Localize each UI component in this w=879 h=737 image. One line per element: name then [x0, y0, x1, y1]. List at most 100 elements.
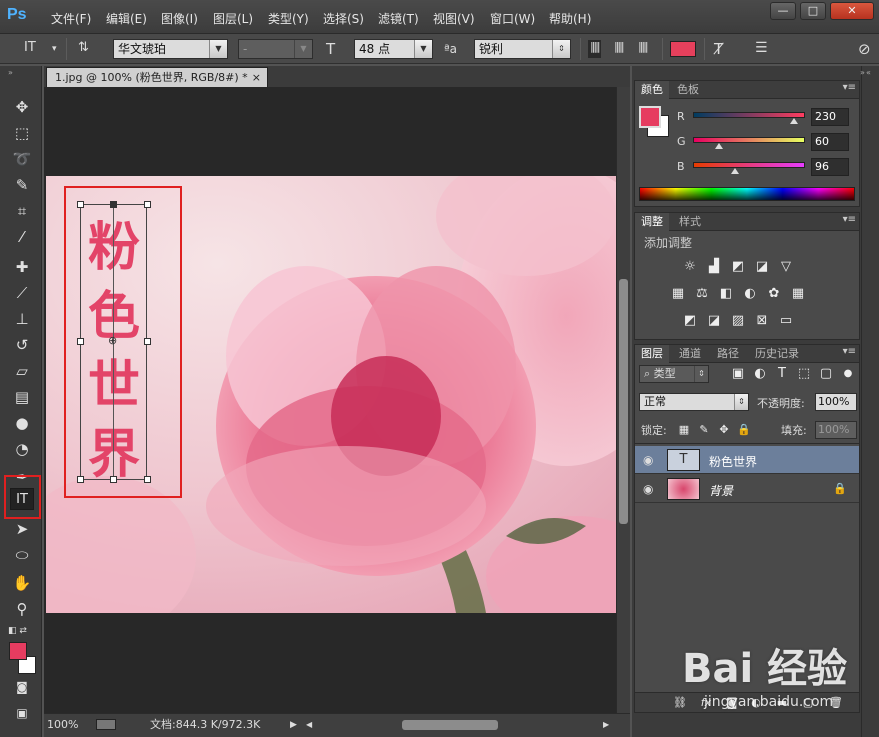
transform-handle[interactable] — [144, 338, 151, 345]
align-right-icon[interactable]: ||||| — [638, 40, 648, 58]
transform-handle[interactable] — [110, 476, 117, 483]
posterize-icon[interactable]: ◪ — [705, 313, 723, 329]
tab-adjustments[interactable]: 调整 — [635, 213, 669, 231]
threshold-icon[interactable]: ▨ — [729, 313, 747, 329]
tab-color[interactable]: 颜色 — [635, 81, 669, 99]
blend-mode-select[interactable]: 正常 ⇕ — [639, 393, 749, 411]
layer-row-background[interactable]: ◉ 背景 🔒 — [635, 475, 859, 503]
transform-handle[interactable] — [144, 201, 151, 208]
photo-filter-icon[interactable]: ◐ — [741, 286, 759, 302]
reference-point-icon[interactable]: ⊕ — [108, 334, 117, 347]
layer-row-text[interactable]: ◉ T 粉色世界 — [635, 446, 859, 474]
visibility-eye-icon[interactable]: ◉ — [643, 453, 653, 467]
status-icon[interactable] — [96, 719, 116, 730]
tab-layers[interactable]: 图层 — [635, 345, 669, 363]
exposure-icon[interactable]: ◪ — [753, 259, 771, 275]
color-spectrum-bar[interactable] — [639, 187, 855, 201]
menu-layer[interactable]: 图层(L) — [213, 10, 253, 27]
history-brush-tool-icon[interactable]: ↺ — [10, 334, 34, 356]
antialias-select[interactable]: 锐利 ⇕ — [474, 39, 571, 59]
brush-tool-icon[interactable]: ⟋ — [10, 282, 34, 304]
hue-saturation-icon[interactable]: ▦ — [669, 286, 687, 302]
document-tab[interactable]: 1.jpg @ 100% (粉色世界, RGB/8#) * × — [46, 67, 268, 87]
cancel-icon[interactable]: ⊘ — [858, 40, 871, 58]
healing-brush-tool-icon[interactable]: ✚ — [10, 256, 34, 278]
move-tool-icon[interactable]: ✥ — [10, 96, 34, 118]
tab-paths[interactable]: 路径 — [711, 345, 745, 363]
blue-slider-thumb[interactable] — [731, 168, 740, 174]
green-value-input[interactable]: 60 — [811, 133, 849, 151]
green-slider-thumb[interactable] — [715, 143, 724, 149]
panel-menu-icon[interactable]: ▾≡ — [843, 214, 856, 225]
collapse-icon[interactable]: » — [8, 68, 13, 77]
selective-color-icon[interactable]: ⊠ — [753, 313, 771, 329]
lasso-tool-icon[interactable]: ➰ — [10, 148, 34, 170]
transform-handle[interactable] — [144, 476, 151, 483]
close-button[interactable]: ✕ — [830, 2, 874, 20]
color-balance-icon[interactable]: ⚖ — [693, 286, 711, 302]
quick-mask-icon[interactable]: ◙ — [10, 676, 34, 698]
filter-toggle-icon[interactable]: ● — [839, 366, 857, 382]
transform-handle[interactable] — [77, 476, 84, 483]
lock-position-icon[interactable]: ✥ — [715, 422, 733, 438]
eyedropper-tool-icon[interactable]: ⁄ — [10, 226, 34, 248]
blur-tool-icon[interactable]: ● — [10, 412, 34, 434]
red-slider-thumb[interactable] — [790, 118, 799, 124]
foreground-color-swatch[interactable] — [9, 642, 27, 660]
shape-tool-icon[interactable]: ⬭ — [10, 544, 34, 566]
lock-transparent-icon[interactable]: ▦ — [675, 422, 693, 438]
panel-menu-icon[interactable]: ▾≡ — [843, 346, 856, 357]
font-size-select[interactable]: 48 点 ▼ — [354, 39, 433, 59]
toggle-orientation-icon[interactable]: ⇅ — [78, 40, 89, 58]
warp-text-icon[interactable]: Ⱦ — [714, 40, 723, 58]
font-style-select[interactable]: - ▼ — [238, 39, 313, 59]
zoom-level[interactable]: 100% — [47, 714, 78, 736]
green-slider-track[interactable] — [693, 137, 805, 143]
eraser-tool-icon[interactable]: ▱ — [10, 360, 34, 382]
scroll-right-icon[interactable]: ▶ — [603, 714, 609, 736]
stamp-tool-icon[interactable]: ⊥ — [10, 308, 34, 330]
transform-handle[interactable] — [77, 338, 84, 345]
menu-select[interactable]: 选择(S) — [323, 10, 364, 27]
opacity-input[interactable]: 100% — [815, 393, 857, 411]
invert-icon[interactable]: ◩ — [681, 313, 699, 329]
quick-select-tool-icon[interactable]: ✎ — [10, 174, 34, 196]
tab-swatches[interactable]: 色板 — [671, 81, 705, 99]
menu-image[interactable]: 图像(I) — [161, 10, 198, 27]
panel-menu-icon[interactable]: ▾≡ — [843, 82, 856, 93]
levels-icon[interactable]: ▟ — [705, 259, 723, 275]
transform-handle[interactable] — [110, 201, 117, 208]
marquee-tool-icon[interactable]: ⬚ — [10, 122, 34, 144]
layer-name[interactable]: 粉色世界 — [709, 453, 757, 470]
menu-file[interactable]: 文件(F) — [51, 10, 91, 27]
crop-tool-icon[interactable]: ⌗ — [10, 200, 34, 222]
vertical-scrollbar[interactable] — [616, 87, 630, 713]
scroll-thumb[interactable] — [619, 279, 628, 524]
visibility-eye-icon[interactable]: ◉ — [643, 482, 653, 496]
tab-channels[interactable]: 通道 — [673, 345, 707, 363]
filter-type-icon[interactable]: T — [773, 366, 791, 382]
hand-tool-icon[interactable]: ✋ — [10, 572, 34, 594]
color-lookup-icon[interactable]: ▦ — [789, 286, 807, 302]
expand-panels-icon[interactable]: » — [860, 68, 865, 77]
tab-styles[interactable]: 样式 — [673, 213, 707, 231]
filter-smart-object-icon[interactable]: ▢ — [817, 366, 835, 382]
lock-all-icon[interactable]: 🔒 — [735, 422, 753, 438]
screen-mode-icon[interactable]: ▣ — [10, 702, 34, 724]
red-value-input[interactable]: 230 — [811, 108, 849, 126]
dodge-tool-icon[interactable]: ◔ — [10, 438, 34, 460]
collapse-icon[interactable]: « — [866, 68, 871, 77]
tab-history[interactable]: 历史记录 — [749, 345, 805, 363]
blue-slider-track[interactable] — [693, 162, 805, 168]
maximize-button[interactable]: □ — [800, 2, 826, 20]
zoom-tool-icon[interactable]: ⚲ — [10, 598, 34, 620]
menu-window[interactable]: 窗口(W) — [490, 10, 535, 27]
align-left-icon[interactable]: ||||| — [588, 40, 601, 58]
menu-view[interactable]: 视图(V) — [433, 10, 475, 27]
fill-input[interactable]: 100% — [815, 421, 857, 439]
black-white-icon[interactable]: ◧ — [717, 286, 735, 302]
scroll-left-icon[interactable]: ◀ — [306, 714, 312, 736]
menu-filter[interactable]: 滤镜(T) — [378, 10, 419, 27]
gradient-map-icon[interactable]: ▭ — [777, 313, 795, 329]
filter-shape-icon[interactable]: ⬚ — [795, 366, 813, 382]
